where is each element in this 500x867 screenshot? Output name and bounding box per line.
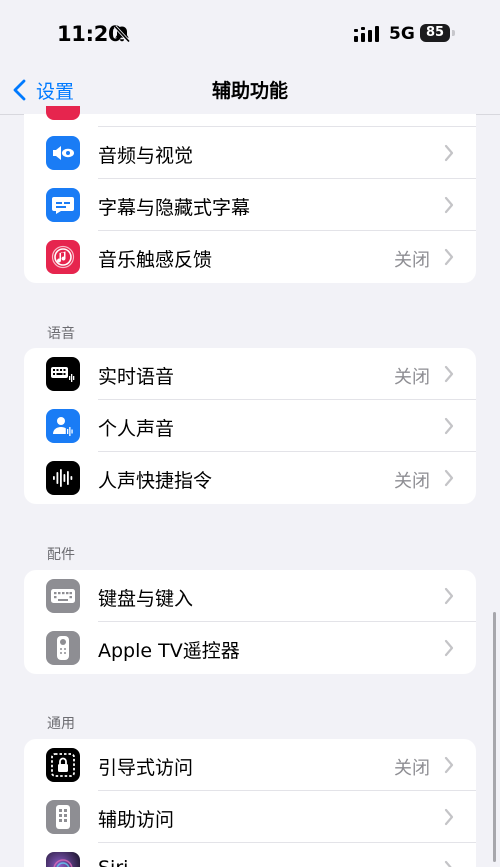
siri-icon	[46, 852, 80, 867]
bell-off-icon	[113, 25, 131, 43]
settings-group-vision: 音频与视觉 字幕与隐藏式字幕 音乐触感反馈 关闭	[24, 127, 476, 283]
chevron-right-icon	[444, 808, 454, 826]
section-header-accessories: 配件	[47, 547, 75, 563]
list-item-partial[interactable]	[24, 106, 476, 127]
partial-row-icon	[46, 106, 80, 120]
row-live-speech[interactable]: 实时语音 关闭	[24, 348, 476, 400]
row-personal-voice[interactable]: 个人声音	[24, 400, 476, 452]
row-label: Siri	[98, 857, 128, 867]
row-value: 关闭	[394, 367, 430, 388]
row-label: 个人声音	[98, 418, 175, 440]
chevron-right-icon	[444, 756, 454, 774]
row-apple-tv-remote[interactable]: Apple TV遥控器	[24, 622, 476, 674]
row-siri[interactable]: Siri	[24, 843, 476, 867]
chevron-right-icon	[444, 417, 454, 435]
music-haptics-icon	[46, 240, 80, 274]
row-music-haptics[interactable]: 音乐触感反馈 关闭	[24, 231, 476, 283]
battery-icon: 85	[420, 24, 456, 42]
row-label: 音频与视觉	[98, 145, 194, 167]
chevron-right-icon	[444, 365, 454, 383]
keyboard-icon	[46, 579, 80, 613]
row-label: 音乐触感反馈	[98, 249, 213, 271]
row-value: 关闭	[394, 758, 430, 779]
battery-level: 85	[420, 24, 450, 42]
page-title: 辅助功能	[211, 80, 288, 102]
row-vocal-shortcuts[interactable]: 人声快捷指令 关闭	[24, 452, 476, 504]
assistive-access-icon	[46, 800, 80, 834]
speaker-eye-icon	[46, 136, 80, 170]
row-audio-visual[interactable]: 音频与视觉	[24, 127, 476, 179]
settings-group-speech: 实时语音 关闭 个人声音 人声快捷指令 关闭	[24, 348, 476, 504]
captions-bubble-icon	[46, 188, 80, 222]
keyboard-waveform-icon	[46, 357, 80, 391]
chevron-right-icon	[444, 639, 454, 657]
row-value: 关闭	[394, 471, 430, 492]
remote-icon	[46, 631, 80, 665]
row-label: 实时语音	[98, 366, 175, 388]
row-guided-access[interactable]: 引导式访问 关闭	[24, 739, 476, 791]
row-keyboards-typing[interactable]: 键盘与键入	[24, 570, 476, 622]
person-waveform-icon	[46, 409, 80, 443]
row-label: Apple TV遥控器	[98, 640, 240, 662]
row-subtitles-captions[interactable]: 字幕与隐藏式字幕	[24, 179, 476, 231]
row-label: 键盘与键入	[98, 588, 194, 610]
status-bar: 11:20 5G 85	[0, 0, 500, 66]
chevron-right-icon	[444, 144, 454, 162]
section-header-general: 通用	[47, 716, 75, 732]
settings-group-general: 引导式访问 关闭 辅助访问 Siri	[24, 739, 476, 867]
settings-group-accessories: 键盘与键入 Apple TV遥控器	[24, 570, 476, 674]
row-label: 字幕与隐藏式字幕	[98, 197, 251, 219]
network-type: 5G	[389, 24, 415, 44]
row-label: 引导式访问	[98, 757, 194, 779]
signal-icon	[354, 26, 379, 42]
row-label: 人声快捷指令	[98, 470, 213, 492]
row-label: 辅助访问	[98, 809, 175, 831]
row-assistive-access[interactable]: 辅助访问	[24, 791, 476, 843]
chevron-right-icon	[444, 469, 454, 487]
section-header-speech: 语音	[47, 326, 75, 342]
row-value: 关闭	[394, 250, 430, 271]
chevron-right-icon	[444, 860, 452, 867]
scroll-indicator[interactable]	[493, 612, 496, 862]
guided-access-lock-icon	[46, 748, 80, 782]
waveform-icon	[46, 461, 80, 495]
chevron-right-icon	[444, 196, 454, 214]
chevron-right-icon	[444, 587, 454, 605]
chevron-right-icon	[444, 248, 454, 266]
